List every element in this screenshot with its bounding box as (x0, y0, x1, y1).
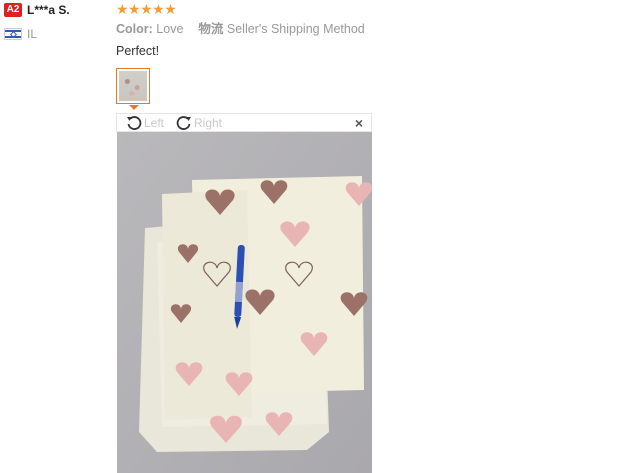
shipping-value: Seller's Shipping Method (226, 22, 365, 36)
review-photo-thumbnail[interactable] (116, 68, 150, 104)
photo-viewer-toolbar: Left Right × (116, 113, 372, 132)
color-value: Love (156, 22, 184, 36)
rotate-left-icon (127, 116, 142, 130)
review-photo-large[interactable] (117, 132, 372, 473)
reviewer-country: IL (27, 27, 38, 41)
reviewer-name: L***a S. (27, 3, 70, 17)
rotate-right-button[interactable]: Right (175, 114, 222, 132)
shipping-label: 物流 (198, 22, 224, 36)
israel-flag-icon (4, 28, 22, 40)
thumbnail-image (119, 71, 147, 101)
rotate-right-icon (176, 116, 191, 130)
order-attributes: Color: Love 物流 Seller's Shipping Method (116, 21, 365, 37)
rotate-left-button[interactable]: Left (125, 114, 164, 132)
color-label: Color: (116, 22, 153, 36)
rotate-left-label: Left (144, 116, 165, 130)
star-rating: ★★★★★ (116, 1, 177, 17)
close-viewer-button[interactable]: × (355, 114, 363, 132)
rotate-right-label: Right (194, 116, 223, 130)
buyer-level-badge: A2 (4, 3, 22, 17)
thumbnail-selected-arrow-icon (129, 105, 139, 110)
review-text: Perfect! (116, 44, 160, 58)
